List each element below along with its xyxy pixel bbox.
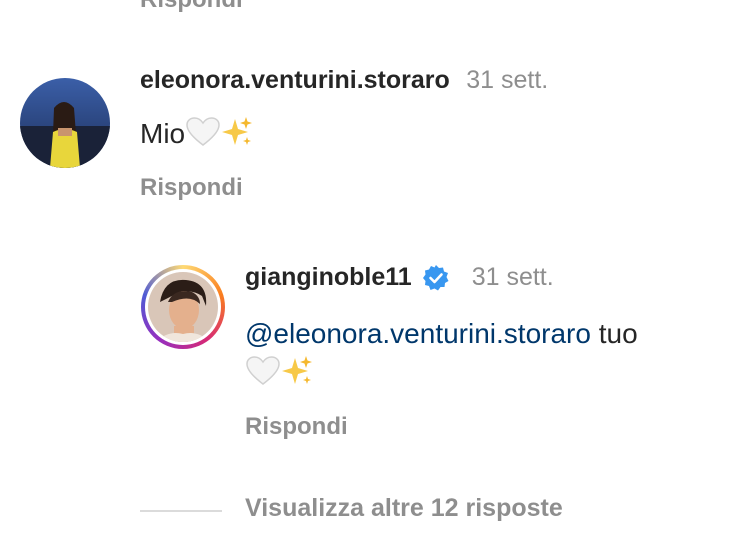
- sparkles-icon: [281, 354, 313, 399]
- avatar[interactable]: [148, 272, 218, 342]
- comment-username[interactable]: eleonora.venturini.storaro: [140, 66, 450, 94]
- reply-text: @eleonora.venturini.storaro tuo: [245, 314, 735, 399]
- comment-time: 31 sett.: [466, 66, 549, 94]
- avatar-image: [20, 78, 110, 168]
- previous-reply-button[interactable]: Rispondi: [140, 0, 243, 14]
- avatar-image: [148, 272, 218, 342]
- avatar[interactable]: [20, 78, 110, 168]
- sparkles-icon: [221, 115, 253, 156]
- white-heart-icon: [185, 116, 221, 155]
- divider-line: [140, 510, 222, 512]
- comment-text: Mio: [140, 115, 253, 156]
- comment-header: eleonora.venturini.storaro 31 sett.: [140, 66, 548, 95]
- reply-header: gianginoble11 31 sett.: [245, 263, 554, 292]
- mention-link[interactable]: @eleonora.venturini.storaro: [245, 318, 591, 349]
- reply-text-content: tuo: [590, 318, 638, 349]
- reply-time: 31 sett.: [471, 263, 554, 291]
- comment-reply-button[interactable]: Rispondi: [140, 174, 243, 202]
- view-more-replies-button[interactable]: Visualizza altre 12 risposte: [245, 494, 563, 523]
- verified-badge-icon: [422, 264, 450, 292]
- reply-username[interactable]: gianginoble11: [245, 263, 412, 292]
- white-heart-icon: [245, 355, 281, 398]
- story-ring[interactable]: [141, 265, 225, 349]
- comment-text-content: Mio: [140, 117, 186, 149]
- reply-reply-button[interactable]: Rispondi: [245, 413, 348, 441]
